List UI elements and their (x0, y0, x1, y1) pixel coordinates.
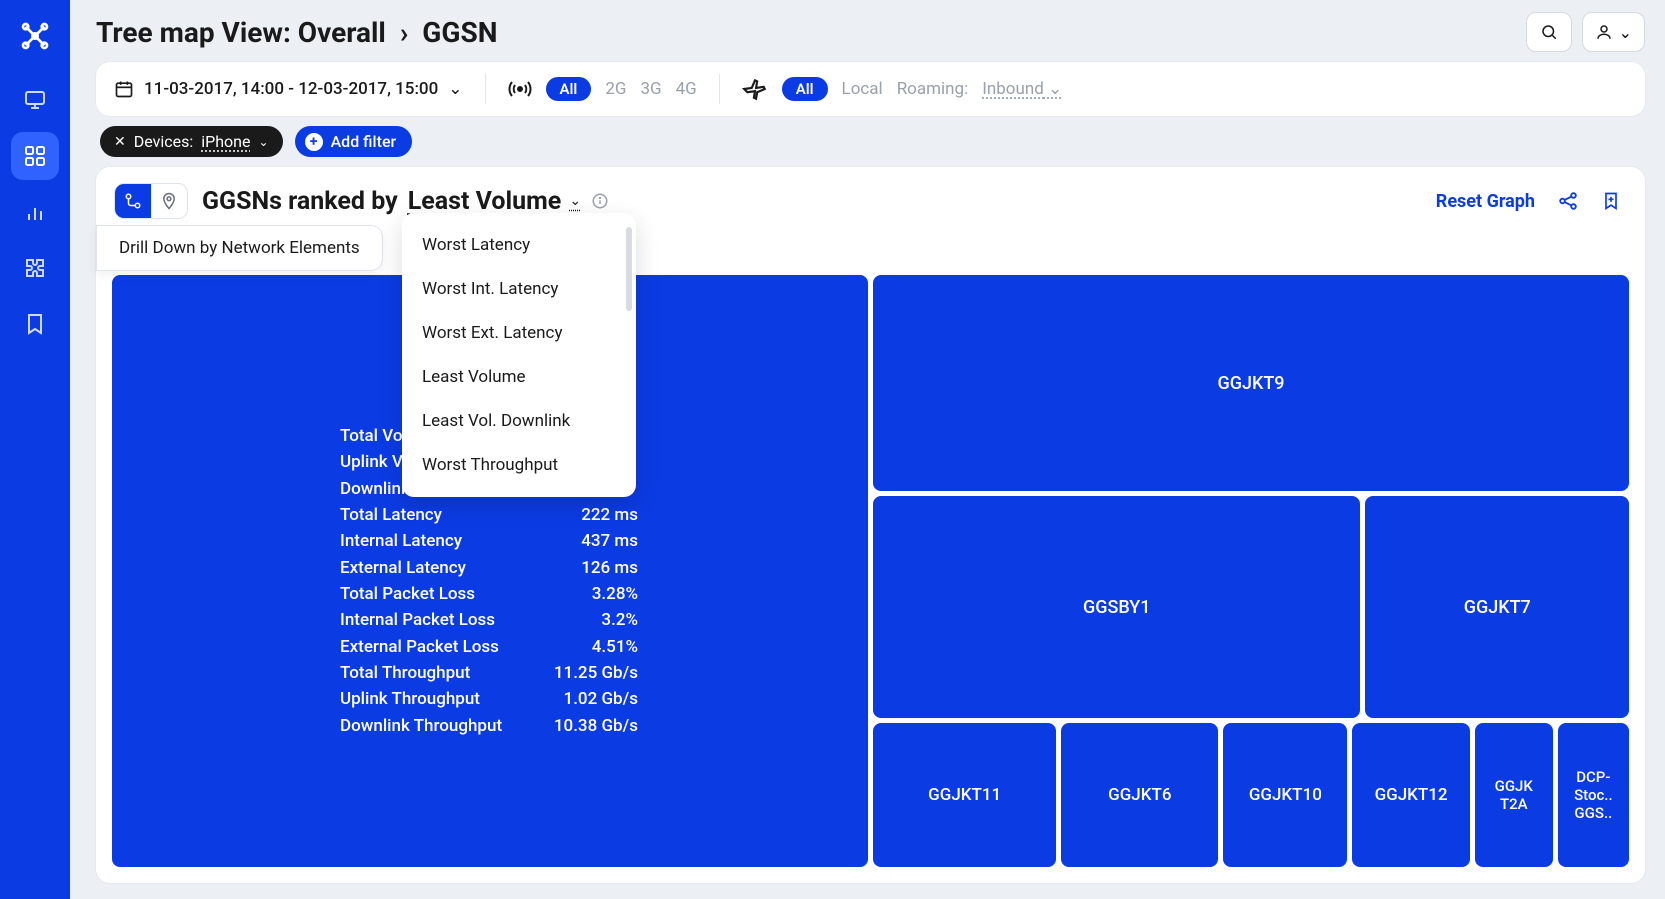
add-filter-button[interactable]: + Add filter (295, 126, 413, 157)
treemap-tile[interactable]: GGJKT12 (1352, 723, 1469, 867)
treemap-tile[interactable]: GGJKT9 (873, 275, 1629, 491)
network-2g[interactable]: 2G (605, 79, 626, 99)
menu-item[interactable]: Least Vol. Downlink (402, 399, 636, 443)
nav-dashboard[interactable] (11, 132, 59, 180)
user-menu-button[interactable]: ⌄ (1582, 12, 1645, 52)
chevron-right-icon: › (400, 16, 408, 49)
plane-icon (742, 76, 768, 102)
network-filter: All 2G 3G 4G (508, 77, 697, 101)
view-tree-toggle[interactable] (115, 184, 151, 218)
roaming-all-pill[interactable]: All (782, 77, 828, 101)
treemap-tile[interactable]: GGJKT11 (873, 723, 1056, 867)
treemap-tile[interactable]: GGJKT6 (1061, 723, 1218, 867)
treemap-tile[interactable]: GGSBY1 (873, 496, 1360, 718)
rank-title-prefix: GGSNs ranked by (202, 187, 398, 216)
menu-item[interactable]: Worst Throughput (402, 443, 636, 487)
search-button[interactable] (1526, 12, 1572, 52)
treemap-tile[interactable]: DCP-Stoc.. GGS.. (1558, 723, 1629, 867)
signal-icon (508, 77, 532, 101)
menu-item[interactable]: Worst Latency (402, 223, 636, 267)
treemap-tile[interactable]: GGJK T2A (1475, 723, 1553, 867)
view-toggle (114, 183, 188, 219)
nav-puzzle[interactable] (11, 244, 59, 292)
main-content: Tree map View: Overall › GGSN ⌄ 11-03-20… (70, 0, 1665, 899)
chevron-down-icon: ⌄ (448, 79, 462, 99)
filter-bar: 11-03-2017, 14:00 - 12-03-2017, 15:00 ⌄ … (96, 62, 1645, 116)
treemap-tile[interactable]: GGJKT7 (1365, 496, 1629, 718)
nav-monitor[interactable] (11, 76, 59, 124)
roaming-value-dropdown[interactable]: Inbound ⌄ (982, 79, 1062, 99)
plus-icon: + (305, 133, 323, 151)
nav-analytics[interactable] (11, 188, 59, 236)
device-filter-chip[interactable]: ✕ Devices: iPhone ⌄ (100, 126, 283, 157)
network-3g[interactable]: 3G (640, 79, 661, 99)
page-header: Tree map View: Overall › GGSN ⌄ (96, 12, 1645, 52)
info-icon[interactable] (591, 192, 609, 210)
menu-item[interactable]: Least Volume (402, 355, 636, 399)
close-icon[interactable]: ✕ (114, 134, 126, 150)
menu-item[interactable]: Worst Int. Latency (402, 267, 636, 311)
rank-metric-menu: Worst Latency Worst Int. Latency Worst E… (402, 213, 636, 497)
date-range-text: 11-03-2017, 14:00 - 12-03-2017, 15:00 (144, 79, 438, 99)
chevron-down-icon: ⌄ (569, 193, 581, 209)
rank-metric-dropdown[interactable]: Least Volume ⌄ (408, 187, 581, 216)
network-all-pill[interactable]: All (546, 77, 592, 101)
breadcrumb-current: GGSN (422, 16, 497, 49)
date-range-picker[interactable]: 11-03-2017, 14:00 - 12-03-2017, 15:00 ⌄ (114, 79, 463, 99)
sidebar (0, 0, 70, 899)
active-filters-row: ✕ Devices: iPhone ⌄ + Add filter (96, 126, 1645, 157)
bookmark-icon[interactable] (1601, 191, 1621, 211)
network-4g[interactable]: 4G (676, 79, 697, 99)
breadcrumb-root[interactable]: Tree map View: Overall (96, 16, 386, 49)
reset-graph-link[interactable]: Reset Graph (1436, 191, 1535, 212)
view-map-toggle[interactable] (151, 184, 187, 218)
chevron-down-icon: ⌄ (1619, 23, 1632, 42)
menu-item[interactable]: Worst Ext. Latency (402, 311, 636, 355)
roaming-label: Roaming: (897, 79, 969, 99)
treemap-card: GGSNs ranked by Least Volume ⌄ Reset Gra… (96, 167, 1645, 883)
treemap: Total Volu Uplink Vol Downlink Total Lat… (112, 275, 1629, 867)
app-logo (17, 18, 53, 54)
roaming-local[interactable]: Local (842, 79, 883, 99)
roaming-filter: All Local Roaming: Inbound ⌄ (742, 76, 1063, 102)
chevron-down-icon[interactable]: ⌄ (259, 135, 269, 149)
treemap-tile[interactable]: GGJKT10 (1223, 723, 1347, 867)
drill-down-tooltip[interactable]: Drill Down by Network Elements (96, 225, 383, 271)
breadcrumb: Tree map View: Overall › GGSN (96, 16, 497, 49)
nav-bookmarks[interactable] (11, 300, 59, 348)
share-icon[interactable] (1557, 190, 1579, 212)
